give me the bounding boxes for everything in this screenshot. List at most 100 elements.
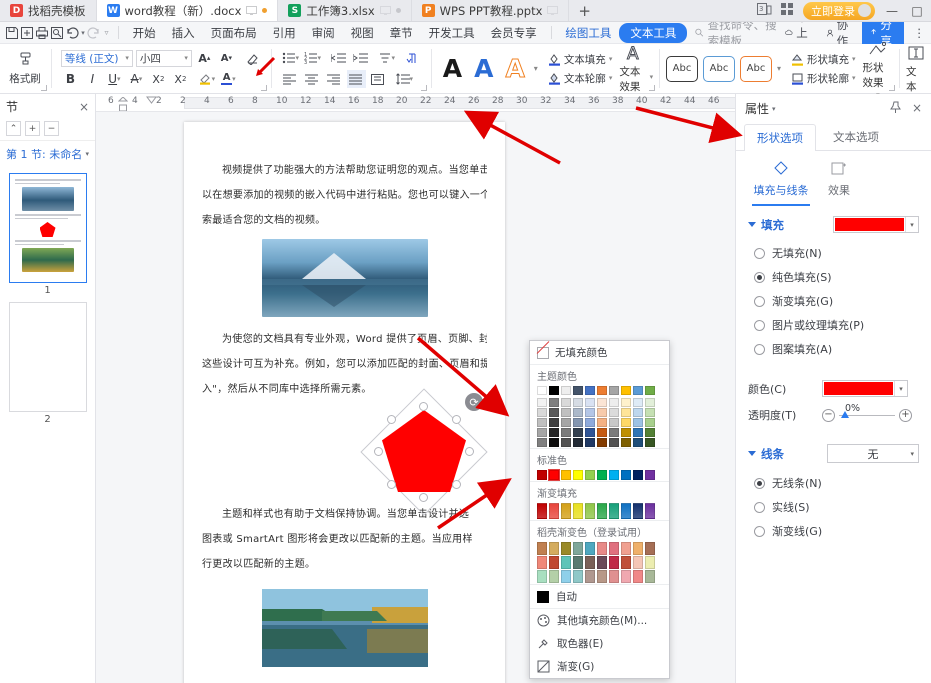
sort-icon[interactable]: ▾ <box>377 49 396 67</box>
font-color-button[interactable]: A ▾ <box>219 70 238 88</box>
doc-count-icon[interactable]: 3 <box>757 2 772 19</box>
add-section-icon[interactable]: + <box>25 121 40 136</box>
color-swatch[interactable] <box>573 418 583 427</box>
chevron-down-icon[interactable]: ▾ <box>905 217 918 232</box>
transparency-slider[interactable]: − 0% + <box>822 403 912 422</box>
line-spacing-icon[interactable]: ▾ <box>395 70 414 88</box>
color-swatch[interactable] <box>561 408 571 417</box>
rotate-icon[interactable]: ⟳ <box>465 393 483 411</box>
color-swatch[interactable] <box>597 398 607 407</box>
customize-qat-icon[interactable]: ▿ <box>101 23 112 42</box>
color-swatch[interactable] <box>537 438 547 447</box>
wordart-more-icon[interactable]: ▾ <box>534 64 538 73</box>
chevron-down-icon[interactable]: ▾ <box>910 450 914 458</box>
redo-icon[interactable] <box>86 23 101 42</box>
color-swatch[interactable] <box>645 408 655 417</box>
color-swatch[interactable] <box>561 470 571 480</box>
color-swatch[interactable] <box>573 398 583 407</box>
color-swatch[interactable] <box>561 570 571 583</box>
color-swatch[interactable] <box>633 438 643 447</box>
show-marks-icon[interactable] <box>403 49 422 67</box>
color-swatch[interactable] <box>597 438 607 447</box>
color-swatch[interactable] <box>549 503 559 519</box>
distribute-icon[interactable] <box>369 70 388 88</box>
left-indent-marker[interactable] <box>118 97 128 112</box>
color-swatch[interactable] <box>561 542 571 555</box>
strikethrough-button[interactable]: A ▾ <box>127 70 146 88</box>
color-swatch[interactable] <box>621 408 631 417</box>
grid-view-icon[interactable] <box>781 2 794 19</box>
color-swatch[interactable] <box>621 418 631 427</box>
no-fill-color-item[interactable]: 无填充颜色 <box>530 341 669 364</box>
color-swatch[interactable] <box>537 428 547 437</box>
radio-gradient-line[interactable]: 渐变线(G) <box>748 519 919 543</box>
shape-selection-box[interactable]: ⟳ <box>360 388 488 516</box>
fill-section-header[interactable]: 填充 <box>748 217 784 233</box>
color-swatch[interactable] <box>585 418 595 427</box>
color-swatch[interactable] <box>597 556 607 569</box>
eyedropper-item[interactable]: 取色器(E) <box>530 632 669 655</box>
color-swatch[interactable] <box>633 470 643 480</box>
color-swatch[interactable] <box>597 503 607 519</box>
section-item[interactable]: 第 1 节: 未命名 ▾ <box>0 140 95 167</box>
color-swatch[interactable] <box>573 408 583 417</box>
color-swatch[interactable] <box>609 418 619 427</box>
color-swatch[interactable] <box>561 418 571 427</box>
close-icon[interactable]: × <box>912 101 922 117</box>
save-icon[interactable] <box>4 23 19 42</box>
bullets-icon[interactable]: ▾ <box>281 49 300 67</box>
fill-color-picker[interactable]: ▾ <box>822 380 908 397</box>
color-swatch[interactable] <box>561 503 571 519</box>
color-swatch[interactable] <box>561 386 571 395</box>
shape-outline-button[interactable]: 形状轮廓 ▾ <box>791 71 856 86</box>
font-name-select[interactable]: 等线 (正文) ▾ <box>60 49 133 67</box>
color-swatch[interactable] <box>633 428 643 437</box>
color-swatch[interactable] <box>549 438 559 447</box>
close-icon[interactable]: × <box>79 100 89 114</box>
font-size-select[interactable]: 小四 ▾ <box>135 49 192 67</box>
color-swatch[interactable] <box>597 470 607 480</box>
radio-pattern-fill[interactable]: 图案填充(A) <box>748 337 919 361</box>
decrease-transparency-button[interactable]: − <box>822 408 835 422</box>
color-swatch[interactable] <box>609 470 619 480</box>
print-preview-icon[interactable] <box>50 23 65 42</box>
resize-handle[interactable] <box>374 447 383 456</box>
autumn-lake-photo[interactable] <box>261 589 428 667</box>
shape-styles-more-icon[interactable]: ▾ <box>777 64 781 73</box>
color-swatch[interactable] <box>585 408 595 417</box>
docer-colors-grid[interactable] <box>530 542 669 584</box>
maximize-button[interactable]: □ <box>909 4 925 18</box>
save-as-icon[interactable] <box>19 23 34 42</box>
color-swatch[interactable] <box>645 570 655 583</box>
color-swatch[interactable] <box>621 470 631 480</box>
chevron-down-icon[interactable]: ▾ <box>772 105 776 113</box>
tab-text-options[interactable]: 文本选项 <box>820 123 892 150</box>
color-swatch[interactable] <box>549 418 559 427</box>
color-swatch[interactable] <box>633 542 643 555</box>
format-painter-button[interactable]: 格式刷 <box>5 51 45 86</box>
clear-format-icon[interactable] <box>243 49 262 67</box>
color-swatch[interactable] <box>633 556 643 569</box>
menu-item-dev-tools[interactable]: 开发工具 <box>421 23 483 43</box>
align-left-icon[interactable] <box>281 70 300 88</box>
bold-button[interactable]: B <box>61 70 80 88</box>
grow-font-button[interactable]: A ▴ <box>195 49 214 67</box>
color-swatch[interactable] <box>645 470 655 480</box>
color-swatch[interactable] <box>609 398 619 407</box>
color-swatch[interactable] <box>621 570 631 583</box>
menu-item-insert[interactable]: 插入 <box>164 23 203 43</box>
shape-style-3[interactable]: Abc <box>740 55 772 82</box>
color-swatch[interactable] <box>585 386 595 395</box>
wordart-style-2[interactable]: A <box>469 56 498 81</box>
login-button[interactable]: 立即登录 <box>803 1 875 20</box>
color-swatch[interactable] <box>573 542 583 555</box>
gradient-colors-grid[interactable] <box>530 503 669 520</box>
shape-style-2[interactable]: Abc <box>703 55 735 82</box>
color-swatch[interactable] <box>633 386 643 395</box>
color-swatch[interactable] <box>573 470 583 480</box>
highlight-color-button[interactable]: ▾ <box>197 70 216 88</box>
color-swatch[interactable] <box>549 398 559 407</box>
more-fill-colors-item[interactable]: 其他填充颜色(M)... <box>530 608 669 632</box>
expand-corner[interactable] <box>41 85 47 91</box>
color-swatch[interactable] <box>573 386 583 395</box>
